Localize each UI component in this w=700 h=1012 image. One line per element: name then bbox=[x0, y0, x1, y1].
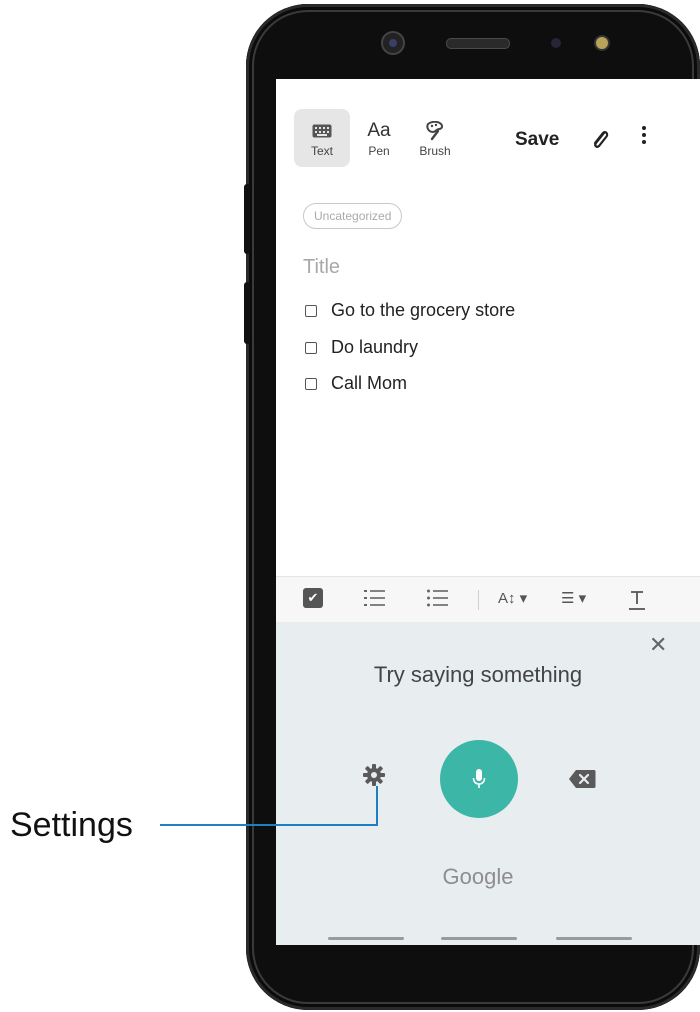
callout-line bbox=[160, 824, 377, 826]
checkbox-icon[interactable] bbox=[305, 304, 317, 317]
align-icon[interactable]: ☰ ▾ bbox=[561, 589, 586, 607]
keyboard-icon bbox=[312, 118, 332, 144]
toolbar-divider bbox=[478, 590, 479, 610]
pen-mode-button[interactable]: Aa Pen bbox=[351, 109, 407, 167]
checkbox-icon[interactable]: ✔ bbox=[303, 588, 323, 608]
checklist-item-text: Do laundry bbox=[331, 337, 419, 357]
checklist-item[interactable]: Do laundry bbox=[305, 337, 418, 358]
pen-icon: Aa bbox=[367, 120, 391, 141]
brush-mode-button[interactable]: Brush bbox=[407, 109, 463, 167]
checklist-item[interactable]: Go to the grocery store bbox=[305, 300, 515, 321]
volume-button bbox=[244, 184, 250, 254]
mic-icon bbox=[472, 769, 486, 788]
close-icon[interactable]: ✕ bbox=[649, 632, 667, 658]
title-field[interactable]: Title bbox=[303, 256, 340, 279]
checkbox-icon[interactable] bbox=[305, 341, 317, 354]
backspace-icon[interactable] bbox=[568, 769, 596, 794]
callout-line bbox=[376, 786, 378, 826]
more-vert-icon[interactable] bbox=[638, 126, 650, 144]
voice-prompt: Try saying something bbox=[373, 662, 583, 687]
nav-handle bbox=[556, 937, 632, 940]
checklist-item[interactable]: Call Mom bbox=[305, 373, 407, 394]
checkbox-icon[interactable] bbox=[305, 377, 317, 390]
power-button bbox=[244, 282, 250, 344]
text-mode-label: Text bbox=[310, 144, 333, 158]
checklist-item-text: Go to the grocery store bbox=[331, 300, 516, 320]
save-button[interactable]: Save bbox=[515, 129, 559, 151]
category-chip[interactable]: Uncategorized bbox=[303, 203, 403, 229]
format-toolbar: ✔ A↕ ▾ ☰ ▾ bbox=[276, 576, 700, 623]
front-camera bbox=[381, 31, 405, 55]
brush-icon bbox=[424, 118, 446, 144]
text-size-icon[interactable]: A↕ ▾ bbox=[498, 589, 527, 607]
app-screen: Text Aa Pen Brush Save Uncategorized Tit… bbox=[276, 79, 700, 945]
nav-handle bbox=[441, 937, 517, 940]
text-mode-button[interactable]: Text bbox=[294, 109, 350, 167]
numbered-list-icon[interactable] bbox=[364, 589, 386, 612]
paperclip-icon[interactable] bbox=[590, 127, 610, 156]
checklist-item-text: Call Mom bbox=[331, 373, 408, 393]
pen-mode-label: Pen bbox=[368, 144, 390, 158]
text-style-icon[interactable] bbox=[628, 589, 646, 616]
settings-icon[interactable] bbox=[362, 763, 386, 792]
front-flash bbox=[596, 37, 608, 49]
earpiece-speaker bbox=[446, 38, 510, 49]
mic-button[interactable] bbox=[440, 740, 518, 818]
nav-handle bbox=[328, 937, 404, 940]
google-branding: Google bbox=[442, 864, 514, 889]
proximity-sensor bbox=[551, 38, 561, 48]
settings-callout-label: Settings bbox=[10, 806, 133, 844]
bullet-list-icon[interactable] bbox=[427, 589, 449, 612]
brush-mode-label: Brush bbox=[419, 144, 451, 158]
voice-input-panel: ✕ Try saying something Google bbox=[276, 622, 700, 945]
